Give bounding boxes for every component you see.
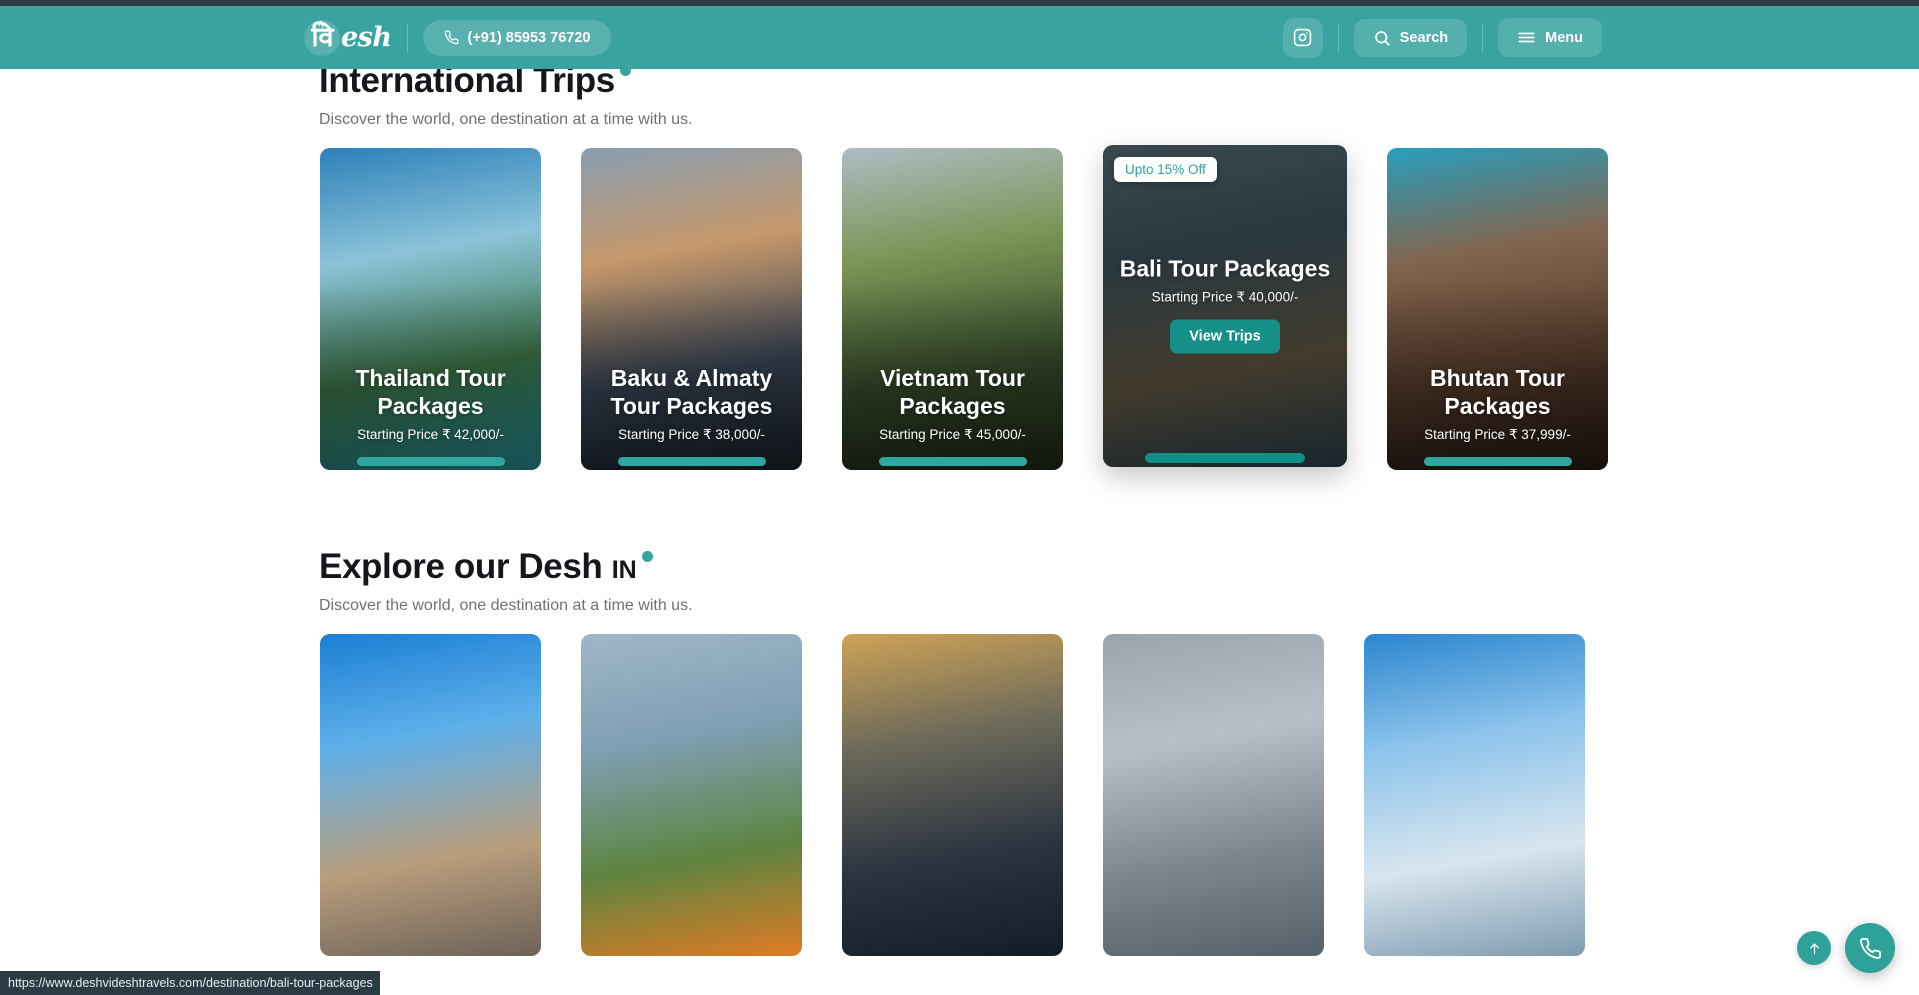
header-divider-3 <box>1482 22 1484 53</box>
hamburger-icon <box>1517 28 1536 47</box>
instagram-button[interactable] <box>1282 17 1323 58</box>
logo-mark-icon: ✈ वि <box>302 17 342 59</box>
section-subtitle: Discover the world, one destination at a… <box>319 111 693 129</box>
call-now-button[interactable] <box>1845 923 1895 973</box>
destination-card[interactable] <box>842 634 1063 956</box>
card-body: Vietnam Tour Packages Starting Price ₹ 45… <box>842 364 1063 443</box>
phone-button[interactable]: (+91) 85953 76720 <box>422 19 612 56</box>
status-url: https://www.deshvideshtravels.com/destin… <box>8 976 373 990</box>
discount-badge: Upto 15% Off <box>1114 157 1217 182</box>
phone-number-label: (+91) 85953 76720 <box>467 29 591 46</box>
destination-card[interactable]: Thailand Tour Packages Starting Price ₹ 4… <box>320 148 541 470</box>
card-title: Vietnam Tour Packages <box>880 364 1025 419</box>
card-price: Starting Price ₹ 37,999/- <box>1424 427 1571 442</box>
search-icon <box>1373 29 1391 47</box>
section-international-trips: International Trips Discover the world, … <box>0 61 1919 470</box>
header-left-group: ✈ वि esh (+91) 85953 76720 <box>302 16 612 60</box>
view-trips-button[interactable]: View Trips <box>1170 319 1280 354</box>
destination-card[interactable]: Baku & Almaty Tour Packages Starting Pric… <box>581 148 802 470</box>
card-accent-bar <box>878 457 1027 466</box>
logo-wordmark: esh <box>341 22 392 53</box>
card-accent-bar <box>617 457 766 466</box>
section-title-suffix: IN <box>611 556 637 584</box>
section-subtitle-2: Discover the world, one destination at a… <box>319 597 693 615</box>
section-header: International Trips Discover the world, … <box>319 61 1919 129</box>
card-price: Starting Price ₹ 38,000/- <box>618 427 765 442</box>
hiker-sunrise-mountain-image <box>842 634 1063 956</box>
card-body: Bhutan Tour Packages Starting Price ₹ 37,… <box>1387 364 1608 443</box>
menu-button[interactable]: Menu <box>1498 18 1602 57</box>
search-button[interactable]: Search <box>1353 18 1468 57</box>
paragliding-over-valley-image <box>581 634 802 956</box>
destination-card[interactable] <box>320 634 541 956</box>
misty-himalayan-peaks-image <box>1103 634 1324 956</box>
logo-devanagari: वि <box>311 22 333 53</box>
snow-peaks-blue-sky-image <box>1364 634 1585 956</box>
destination-card[interactable]: Bhutan Tour Packages Starting Price ₹ 37,… <box>1387 148 1608 470</box>
card-price: Starting Price ₹ 40,000/- <box>1151 289 1299 305</box>
international-card-row: Thailand Tour Packages Starting Price ₹ 4… <box>320 145 1608 470</box>
phone-icon <box>444 30 459 45</box>
destination-card[interactable] <box>1103 634 1324 956</box>
floating-action-buttons <box>1797 923 1895 973</box>
menu-label: Menu <box>1545 29 1583 46</box>
card-title: Bali Tour Packages <box>1119 255 1331 282</box>
page-title-2: Explore our Desh IN <box>319 547 653 587</box>
card-price: Starting Price ₹ 42,000/- <box>357 427 504 442</box>
destination-card[interactable]: Upto 15% Off Bali Tour Packages Starting P… <box>1103 145 1347 467</box>
site-header: ✈ वि esh (+91) 85953 76720 Search Menu <box>0 6 1919 69</box>
card-body: Thailand Tour Packages Starting Price ₹ 4… <box>320 364 541 443</box>
header-divider-2 <box>1337 22 1339 53</box>
scroll-to-top-button[interactable] <box>1797 931 1831 965</box>
card-price: Starting Price ₹ 45,000/- <box>879 427 1026 442</box>
header-divider <box>406 22 408 53</box>
destination-card[interactable]: Vietnam Tour Packages Starting Price ₹ 45… <box>842 148 1063 470</box>
section-title-text-2: Explore our Desh <box>319 547 603 586</box>
header-right-group: Search Menu <box>1282 17 1602 58</box>
card-title: Thailand Tour Packages <box>355 364 506 419</box>
card-title: Bhutan Tour Packages <box>1430 364 1565 419</box>
instagram-icon <box>1293 28 1312 47</box>
domestic-card-row <box>320 634 1585 956</box>
card-body: Baku & Almaty Tour Packages Starting Pric… <box>581 364 802 443</box>
ladakh-monastery-blue-sky-image <box>320 634 541 956</box>
page-content: International Trips Discover the world, … <box>0 61 1919 995</box>
browser-status-bar: https://www.deshvideshtravels.com/destin… <box>0 971 380 995</box>
section-explore-desh: Explore our Desh IN Discover the world, … <box>0 547 1919 956</box>
card-title: Baku & Almaty Tour Packages <box>610 364 773 419</box>
destination-card[interactable] <box>1364 634 1585 956</box>
card-accent-bar <box>1145 453 1305 463</box>
section-header-2: Explore our Desh IN Discover the world, … <box>319 547 1919 615</box>
card-accent-bar <box>1423 457 1572 466</box>
site-logo[interactable]: ✈ वि esh <box>302 16 392 60</box>
card-accent-bar <box>356 457 505 466</box>
title-dot-icon-2 <box>641 551 653 562</box>
destination-card[interactable] <box>581 634 802 956</box>
search-label: Search <box>1399 29 1449 46</box>
card-body: Bali Tour Packages Starting Price ₹ 40,00… <box>1103 254 1347 354</box>
